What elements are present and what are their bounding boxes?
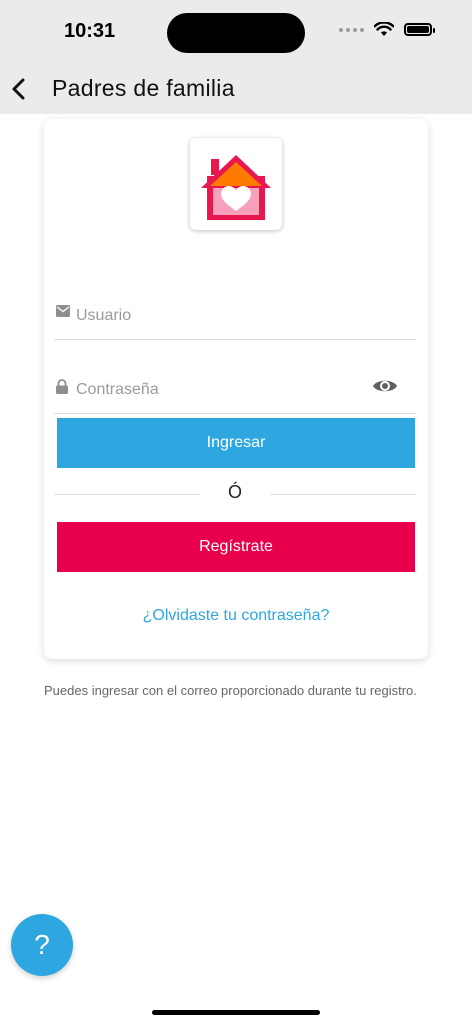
battery-icon [404,23,435,36]
help-button[interactable]: ? [11,914,73,976]
divider-line-right [270,494,416,495]
dynamic-island [167,13,305,53]
login-card: Ingresar Ó Regístrate ¿Olvidaste tu cont… [44,119,428,659]
password-field[interactable] [54,369,416,414]
house-heart-logo [201,155,271,220]
signal-icon [339,27,364,32]
forgot-password-link[interactable]: ¿Olvidaste tu contraseña? [44,607,428,625]
or-divider: Ó [54,482,416,506]
or-label: Ó [227,482,242,502]
eye-icon[interactable] [372,377,398,395]
app-logo [190,138,282,230]
username-input[interactable] [74,303,378,329]
chevron-left-icon [12,78,25,100]
page-title: Padres de familia [52,75,235,101]
envelope-icon [56,305,70,317]
wifi-icon [374,22,394,36]
navigation-bar: Padres de familia [0,64,472,114]
status-time: 10:31 [64,20,116,42]
info-text: Puedes ingresar con el correo proporcion… [44,683,417,698]
lock-icon [56,379,68,394]
status-bar: 10:31 [0,0,472,64]
password-input[interactable] [74,377,378,403]
status-icons [339,22,435,37]
login-button[interactable]: Ingresar [57,418,415,468]
back-button[interactable] [8,76,32,102]
home-indicator [152,1010,320,1015]
username-field[interactable] [54,295,416,340]
register-button[interactable]: Regístrate [57,522,415,572]
